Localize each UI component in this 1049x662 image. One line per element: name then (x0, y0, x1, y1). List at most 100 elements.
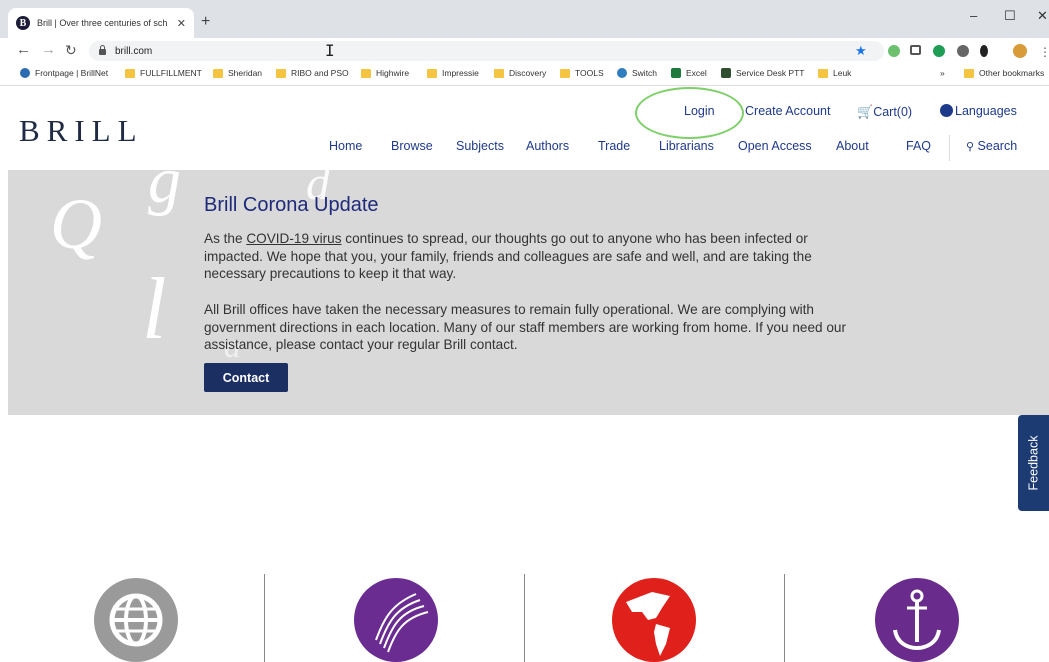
folder-icon (818, 68, 828, 78)
maximize-button[interactable]: ☐ (1004, 8, 1016, 24)
feedback-tab[interactable]: Feedback (1018, 415, 1049, 511)
covid-link[interactable]: COVID-19 virus (246, 231, 341, 246)
bookmark-label: Other bookmarks (979, 68, 1045, 78)
decorative-glyph: l (142, 261, 167, 358)
address-url[interactable]: brill.com (115, 46, 152, 57)
new-tab-button[interactable]: + (201, 13, 210, 31)
bookmark-label: Discovery (509, 68, 547, 78)
folder-icon (964, 68, 974, 78)
bookmark-label: FULLFILLMENT (140, 68, 202, 78)
americas-map-graphic (626, 592, 670, 656)
bookmark-item[interactable]: Highwire (361, 68, 409, 78)
bookmark-label: RIBO and PSO (291, 68, 349, 78)
folder-icon (125, 68, 135, 78)
extension-icon[interactable] (957, 45, 969, 57)
profile-lines-icon[interactable] (354, 578, 438, 662)
nav-faq[interactable]: FAQ (906, 139, 931, 153)
folder-icon (560, 68, 570, 78)
nav-authors[interactable]: Authors (526, 139, 569, 153)
feedback-label: Feedback (1026, 435, 1041, 491)
banner-paragraph-1: As the COVID-19 virus continues to sprea… (204, 230, 854, 283)
bookmark-item[interactable]: Service Desk PTT (721, 68, 805, 78)
minimize-button[interactable]: – (970, 8, 977, 23)
bookmark-label: Excel (686, 68, 707, 78)
anchor-graphic (893, 589, 941, 651)
bookmark-item[interactable]: Switch (617, 68, 657, 78)
column-divider (264, 574, 265, 662)
nav-divider (949, 135, 950, 161)
banner-title: Brill Corona Update (204, 194, 379, 216)
nav-home[interactable]: Home (329, 139, 362, 153)
bookmarks-overflow-icon[interactable]: » (940, 68, 945, 78)
decorative-glyph: Q (50, 184, 102, 264)
nav-open-access[interactable]: Open Access (738, 139, 812, 153)
bookmark-item[interactable]: Frontpage | BrillNet (20, 68, 108, 78)
excel-icon (671, 68, 681, 78)
contact-button[interactable]: Contact (204, 363, 288, 392)
bookmark-item[interactable]: TOOLS (560, 68, 604, 78)
cart-icon: 🛒 (857, 104, 874, 119)
globe-icon-graphic (109, 593, 163, 647)
globe-icon[interactable] (94, 578, 178, 662)
forward-arrow-icon[interactable]: → (41, 41, 56, 59)
nav-about[interactable]: About (836, 139, 869, 153)
bookmark-item[interactable]: Sheridan (213, 68, 262, 78)
languages-link[interactable]: Languages (940, 104, 1017, 118)
column-divider (784, 574, 785, 662)
bookmark-star-icon[interactable]: ★ (855, 43, 867, 59)
other-bookmarks[interactable]: Other bookmarks (964, 68, 1044, 78)
browser-tab-bar: B Brill | Over three centuries of sch ✕ … (0, 0, 1049, 38)
browser-toolbar: ← → ↻ brill.com ★ ⋮ (0, 38, 1049, 64)
bookmark-item[interactable]: Impressie (427, 68, 479, 78)
bookmark-label: Service Desk PTT (736, 68, 805, 78)
site-icon (617, 68, 627, 78)
bookmark-label: Impressie (442, 68, 479, 78)
bookmark-item[interactable]: Leuk (818, 68, 851, 78)
nav-librarians[interactable]: Librarians (659, 139, 714, 153)
americas-map-icon[interactable] (612, 578, 696, 662)
extension-icon[interactable] (910, 45, 921, 55)
login-link[interactable]: Login (684, 104, 715, 118)
tab-close-icon[interactable]: ✕ (177, 17, 186, 30)
profile-avatar-icon[interactable] (1013, 44, 1027, 58)
globe-icon (940, 104, 953, 117)
tab-title: Brill | Over three centuries of sch (37, 18, 168, 28)
bookmark-label: Frontpage | BrillNet (35, 68, 109, 78)
nav-trade[interactable]: Trade (598, 139, 630, 153)
browser-menu-icon[interactable]: ⋮ (1039, 43, 1049, 61)
cart-link[interactable]: 🛒Cart(0) (857, 104, 912, 120)
brill-logo[interactable]: BRILL (19, 113, 144, 149)
back-arrow-icon[interactable]: ← (16, 41, 31, 59)
nav-subjects[interactable]: Subjects (456, 139, 504, 153)
nav-search[interactable]: ⚲ Search (966, 139, 1017, 153)
bookmark-item[interactable]: RIBO and PSO (276, 68, 349, 78)
folder-icon (213, 68, 223, 78)
nav-browse[interactable]: Browse (391, 139, 433, 153)
anchor-icon[interactable] (875, 578, 959, 662)
corona-banner: Q g d l a Brill Corona Update As the COV… (8, 170, 1049, 415)
bookmark-item[interactable]: Excel (671, 68, 707, 78)
text-span: As the (204, 231, 247, 246)
bookmark-item[interactable]: Discovery (494, 68, 546, 78)
create-account-link[interactable]: Create Account (745, 104, 830, 118)
brill-favicon-icon: B (16, 16, 30, 30)
column-divider (524, 574, 525, 662)
cart-label: Cart(0) (873, 105, 913, 119)
address-bar[interactable]: brill.com (89, 41, 884, 61)
browser-tab[interactable]: B Brill | Over three centuries of sch ✕ (8, 8, 194, 38)
bookmark-item[interactable]: FULLFILLMENT (125, 68, 202, 78)
banner-paragraph-2: All Brill offices have taken the necessa… (204, 302, 846, 352)
extension-icon[interactable] (980, 45, 988, 57)
reload-icon[interactable]: ↻ (65, 41, 77, 59)
bookmarks-bar: Frontpage | BrillNet FULLFILLMENT Sherid… (0, 64, 1049, 86)
site-icon (721, 68, 731, 78)
folder-icon (276, 68, 286, 78)
search-icon: ⚲ (966, 141, 975, 153)
folder-icon (427, 68, 437, 78)
languages-label: Languages (955, 104, 1017, 118)
extension-icon[interactable] (933, 45, 945, 57)
window-close-button[interactable]: ✕ (1037, 8, 1048, 24)
search-label: Search (977, 139, 1018, 153)
decorative-glyph: g (148, 170, 181, 217)
extension-icon[interactable] (888, 45, 900, 57)
